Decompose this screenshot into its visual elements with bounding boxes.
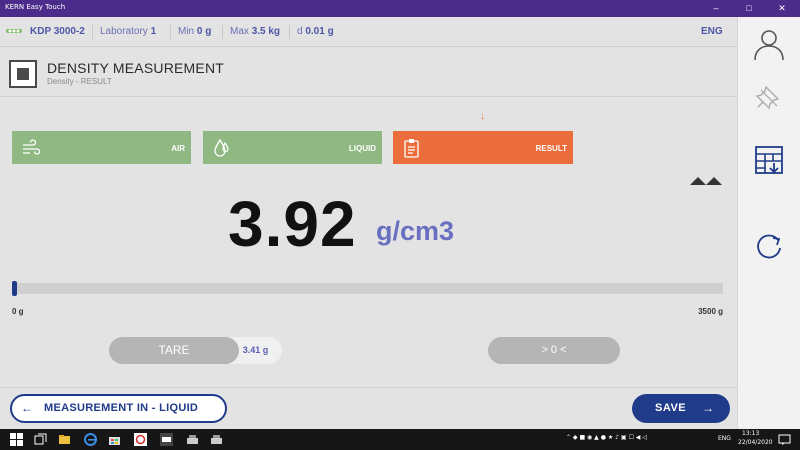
save-button-label: SAVE: [655, 402, 687, 414]
tray-icons[interactable]: ⌃ ◆ ■ ◉ ▲ ● ★ ♪ ▣ ☐ ◀ ◁: [566, 434, 647, 441]
readability-label: d 0.01 g: [297, 26, 334, 37]
close-button[interactable]: ✕: [768, 0, 796, 17]
location-label[interactable]: Laboratory 1: [100, 26, 156, 37]
min-label: Min 0 g: [178, 26, 212, 37]
pin-icon[interactable]: [752, 81, 786, 115]
page-subtitle: Density - RESULT: [47, 77, 112, 86]
page-title: DENSITY MEASUREMENT: [47, 60, 225, 76]
divider: [170, 25, 171, 39]
window-titlebar: KERN Easy Touch – □ ✕: [0, 0, 800, 17]
refresh-icon[interactable]: [752, 230, 786, 264]
density-mode-icon: [9, 60, 37, 88]
max-label: Max 3.5 kg: [230, 26, 281, 37]
clock-date[interactable]: 22/04/2020: [738, 439, 773, 446]
store-icon[interactable]: [108, 433, 121, 446]
arrow-left-icon: ←: [21, 401, 33, 415]
active-window-icon[interactable]: [160, 433, 173, 446]
keyboard-language[interactable]: ENG: [718, 435, 731, 442]
droplet-icon: [214, 138, 229, 157]
clock-time[interactable]: 13:13: [742, 430, 759, 437]
kern-app-icon[interactable]: [134, 433, 147, 446]
step-result[interactable]: RESULT: [393, 131, 573, 164]
windows-start-icon[interactable]: [10, 433, 23, 446]
edge-browser-icon[interactable]: [84, 433, 97, 446]
export-table-icon[interactable]: [752, 143, 786, 177]
tare-button[interactable]: TARE: [109, 337, 239, 364]
divider: [0, 387, 737, 388]
minimize-button[interactable]: –: [702, 0, 730, 17]
model-label[interactable]: KDP 3000-2: [30, 26, 85, 37]
divider: [289, 25, 290, 39]
app-window: KDP 3000-2 Laboratory 1 Min 0 g Max 3.5 …: [0, 17, 800, 429]
step-air-label: AIR: [171, 144, 185, 153]
app-icon-1[interactable]: [186, 433, 199, 446]
weighing-range-indicator: [12, 281, 17, 296]
clipboard-icon: [404, 139, 419, 158]
collapse-chevron-icon[interactable]: [690, 175, 722, 185]
arrow-right-icon: →: [702, 401, 714, 415]
wind-icon: [23, 139, 40, 155]
zero-button[interactable]: > 0 <: [488, 337, 620, 364]
balance-icon: [6, 29, 22, 33]
windows-taskbar: ⌃ ◆ ■ ◉ ▲ ● ★ ♪ ▣ ☐ ◀ ◁ ENG 13:13 22/04/…: [0, 429, 800, 450]
maximize-button[interactable]: □: [735, 0, 763, 17]
density-unit: g/cm3: [376, 216, 455, 246]
window-title: KERN Easy Touch: [5, 3, 66, 11]
back-to-liquid-button[interactable]: ← MEASUREMENT IN - LIQUID: [10, 394, 227, 423]
app-icon-2[interactable]: [210, 433, 223, 446]
language-selector[interactable]: ENG: [701, 26, 723, 37]
notifications-icon[interactable]: [778, 433, 791, 446]
task-view-icon[interactable]: [34, 433, 47, 446]
step-result-label: RESULT: [535, 144, 567, 153]
range-max-label: 3500 g: [698, 307, 723, 316]
user-icon[interactable]: [752, 27, 786, 61]
density-value: 3.92: [228, 188, 357, 260]
status-bar: KDP 3000-2 Laboratory 1 Min 0 g Max 3.5 …: [0, 17, 737, 47]
right-sidebar: [737, 17, 800, 429]
divider: [222, 25, 223, 39]
weighing-range-bar: [12, 281, 723, 296]
step-air[interactable]: AIR: [12, 131, 191, 164]
step-liquid[interactable]: LIQUID: [203, 131, 382, 164]
page-header: DENSITY MEASUREMENT Density - RESULT: [0, 47, 737, 97]
current-step-arrow-icon: ↓: [480, 111, 485, 122]
divider: [92, 25, 93, 39]
step-liquid-label: LIQUID: [348, 144, 376, 153]
save-button[interactable]: SAVE →: [632, 394, 730, 423]
range-min-label: 0 g: [12, 307, 24, 316]
main-panel: KDP 3000-2 Laboratory 1 Min 0 g Max 3.5 …: [0, 17, 737, 429]
file-explorer-icon[interactable]: [58, 433, 71, 446]
back-button-label: MEASUREMENT IN - LIQUID: [44, 402, 199, 414]
